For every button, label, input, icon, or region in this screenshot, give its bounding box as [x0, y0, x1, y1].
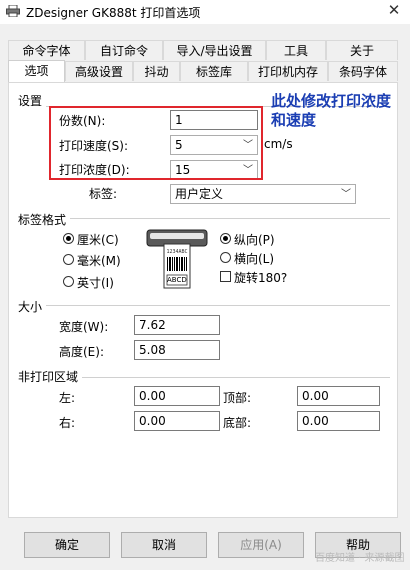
tab-tools[interactable]: 工具 — [266, 40, 326, 60]
top-margin-input[interactable]: 0.00 — [297, 386, 380, 406]
tab-command-font[interactable]: 命令字体 — [8, 40, 85, 60]
tab-barcode-font[interactable]: 条码字体 — [328, 61, 398, 81]
stock-value: 用户定义 — [175, 187, 224, 201]
svg-text:1234ABC: 1234ABC — [166, 249, 187, 255]
unit-mm-radio[interactable] — [63, 254, 74, 265]
unprintable-group-title: 非打印区域 — [18, 368, 83, 385]
size-group-line — [18, 305, 390, 306]
settings-group-title: 设置 — [18, 92, 47, 109]
unit-cm-label[interactable]: 厘米(C) — [77, 231, 119, 248]
ok-button[interactable]: 确定 — [24, 532, 110, 558]
window-title: ZDesigner GK888t 打印首选项 — [26, 6, 201, 20]
bottom-margin-input[interactable]: 0.00 — [297, 411, 380, 431]
rotate-180-checkbox[interactable] — [220, 271, 231, 282]
tab-advanced[interactable]: 高级设置 — [65, 61, 133, 81]
tab-options[interactable]: 选项 — [8, 60, 65, 82]
apply-button[interactable]: 应用(A) — [218, 532, 304, 558]
tab-printer-memory[interactable]: 打印机内存 — [248, 61, 328, 81]
printer-icon — [6, 5, 20, 17]
unit-inch-radio[interactable] — [63, 276, 74, 287]
rotate-180-label[interactable]: 旋转180? — [234, 269, 287, 286]
orientation-landscape-radio[interactable] — [220, 252, 231, 263]
close-icon[interactable]: ✕ — [384, 1, 404, 19]
annotation-line2: 和速度 — [271, 111, 317, 129]
preview-text: ABCD — [167, 276, 187, 284]
unit-cm-radio[interactable] — [63, 233, 74, 244]
left-margin-label: 左: — [59, 391, 76, 405]
tab-stock-library[interactable]: 标签库 — [180, 61, 248, 81]
bottom-margin-label: 底部: — [223, 416, 252, 430]
width-label: 宽度(W): — [59, 320, 109, 334]
top-margin-label: 顶部: — [223, 391, 252, 405]
highlight-box — [49, 106, 263, 180]
height-label: 高度(E): — [59, 345, 104, 359]
tab-about[interactable]: 关于 — [326, 40, 398, 60]
chevron-down-icon: ﹀ — [341, 189, 351, 200]
label-format-group-line — [18, 218, 390, 219]
stock-select[interactable]: 用户定义 ﹀ — [170, 184, 356, 204]
orientation-portrait-radio[interactable] — [220, 233, 231, 244]
orientation-landscape-label[interactable]: 横向(L) — [234, 250, 274, 267]
tab-import-export[interactable]: 导入/导出设置 — [163, 40, 266, 60]
right-margin-input[interactable]: 0.00 — [134, 411, 220, 431]
right-margin-label: 右: — [59, 416, 76, 430]
tab-dithering[interactable]: 抖动 — [133, 61, 180, 81]
left-margin-input[interactable]: 0.00 — [134, 386, 220, 406]
speed-unit: cm/s — [264, 137, 293, 151]
unit-inch-label[interactable]: 英寸(I) — [77, 274, 114, 291]
annotation-line1: 此处修改打印浓度 — [271, 92, 392, 110]
width-input[interactable]: 7.62 — [134, 315, 220, 335]
unit-mm-label[interactable]: 毫米(M) — [77, 252, 121, 269]
stock-label: 标签: — [89, 187, 118, 201]
title-bar: ZDesigner GK888t 打印首选项 ✕ — [0, 0, 410, 24]
label-format-group-title: 标签格式 — [18, 211, 71, 228]
height-input[interactable]: 5.08 — [134, 340, 220, 360]
size-group-title: 大小 — [18, 298, 47, 315]
tab-custom-command[interactable]: 自订命令 — [85, 40, 163, 60]
orientation-portrait-label[interactable]: 纵向(P) — [234, 231, 275, 248]
cancel-button[interactable]: 取消 — [121, 532, 207, 558]
watermark-text: 百度知道 · 来源截图 — [315, 553, 405, 564]
